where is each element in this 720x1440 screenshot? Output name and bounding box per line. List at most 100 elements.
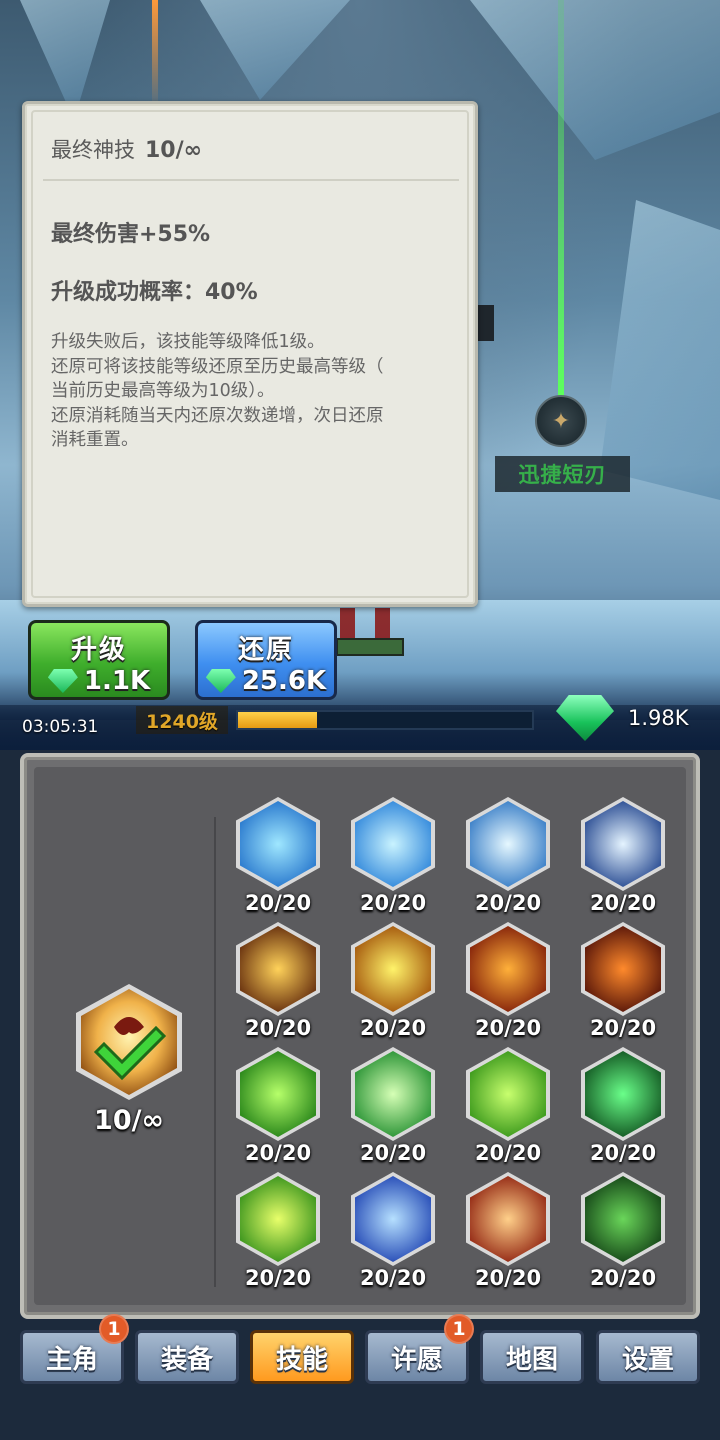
skill-slot[interactable]: 20/20 [460, 1047, 556, 1173]
skill-slot[interactable]: 20/20 [230, 1047, 326, 1173]
skill-slot[interactable]: 20/20 [575, 1172, 671, 1298]
skill-frame [581, 1172, 665, 1266]
skill-level-count: 20/20 [474, 1016, 542, 1040]
tab-5[interactable]: 设置 [596, 1330, 700, 1384]
skill-level-count: 20/20 [244, 1266, 312, 1290]
tooltip-description-line: 消耗重置。 [51, 430, 139, 450]
tooltip-description-line: 还原消耗随当天内还原次数递增，次日还原 [51, 405, 384, 426]
skill-frame [466, 922, 550, 1016]
frost-wave-icon [470, 801, 546, 887]
tab-4[interactable]: 地图 [480, 1330, 584, 1384]
skill-level-count: 20/20 [589, 891, 657, 915]
skill-slot[interactable]: 20/20 [460, 922, 556, 1048]
skill-slot[interactable]: 20/20 [345, 922, 441, 1048]
skill-frame [351, 1047, 435, 1141]
dagger-drop-label: 迅捷短刃 [495, 456, 630, 492]
gem-balance-value: 1.98K [628, 706, 689, 730]
upgrade-cost: 1.1K [31, 666, 167, 696]
skill-frame [236, 1047, 320, 1141]
notification-badge: 1 [99, 1314, 129, 1344]
fire-ring-icon [585, 926, 661, 1012]
tab-label: 装备 [160, 1344, 213, 1375]
dagger-icon[interactable]: ✦ [535, 395, 587, 447]
thorn-vines-icon [585, 1176, 661, 1262]
tab-label: 主角 [45, 1344, 98, 1375]
pentagram-icon [585, 1051, 661, 1137]
green-vortex-icon [470, 1051, 546, 1137]
skill-slot[interactable]: 20/20 [345, 797, 441, 923]
tooltip-description: 升级失败后，该技能等级降低1级。 还原可将该技能等级还原至历史最高等级（ 当前历… [51, 330, 459, 453]
skill-frame [466, 1172, 550, 1266]
timer: 03:05:31 [22, 717, 99, 737]
skill-level-count: 20/20 [589, 1266, 657, 1290]
skill-level-count: 20/20 [244, 1141, 312, 1165]
gem-balance: 1.98K [556, 695, 689, 741]
upgrade-cost-value: 1.1K [83, 666, 151, 696]
green-lightning-icon [355, 1051, 431, 1137]
skill-slot[interactable]: 20/20 [345, 1172, 441, 1298]
skill-slot[interactable]: 20/20 [575, 1047, 671, 1173]
gem-icon [556, 695, 614, 741]
skill-frame [581, 922, 665, 1016]
ice-crystal [470, 0, 720, 160]
skill-level-count: 20/20 [359, 1266, 427, 1290]
tooltip-effect: 最终伤害+55% [51, 222, 211, 247]
skill-slot[interactable]: 20/20 [345, 1047, 441, 1173]
skill-level-count: 20/20 [244, 891, 312, 915]
tab-3[interactable]: 许愿 1 [365, 1314, 474, 1384]
skill-frame [236, 797, 320, 891]
notification-badge: 1 [444, 1314, 474, 1344]
skill-slot[interactable]: 20/20 [575, 922, 671, 1048]
ice-burst-icon [240, 801, 316, 887]
skill-level-count: 20/20 [359, 1016, 427, 1040]
skill-slot[interactable]: 20/20 [460, 797, 556, 923]
upgrade-button-label: 升级 [70, 635, 127, 665]
hero-sprite [340, 608, 390, 640]
skill-level-count: 20/20 [244, 1016, 312, 1040]
skill-level-count: 20/20 [359, 891, 427, 915]
blue-whirlpool-icon [355, 1176, 431, 1262]
skill-slot[interactable]: 20/20 [460, 1172, 556, 1298]
xp-progress-bar [236, 710, 534, 730]
red-flames-icon [470, 1176, 546, 1262]
skill-level-count: 20/20 [589, 1016, 657, 1040]
scene-marker [478, 305, 494, 341]
skill-frame [466, 797, 550, 891]
skill-level-count: 20/20 [474, 891, 542, 915]
tab-label: 地图 [505, 1344, 558, 1375]
tooltip-skill-level: 10/∞ [145, 138, 202, 163]
skill-slot[interactable]: 20/20 [230, 1172, 326, 1298]
restore-button-label: 还原 [237, 635, 294, 665]
tooltip-description-line: 升级失败后，该技能等级降低1级。 [51, 332, 325, 352]
wind-slash-icon [240, 1051, 316, 1137]
gem-icon [205, 669, 236, 693]
fire-pillars-icon [240, 926, 316, 1012]
tab-2[interactable]: 技能 [250, 1330, 354, 1384]
restore-cost: 25.6K [198, 666, 334, 696]
upgrade-button[interactable]: 升级 1.1K [28, 620, 170, 700]
skill-slot[interactable]: 20/20 [230, 922, 326, 1048]
skill-frame [236, 1172, 320, 1266]
gem-icon [47, 669, 78, 693]
tooltip-success-rate: 升级成功概率：40% [51, 280, 258, 305]
tab-0[interactable]: 主角 1 [20, 1314, 129, 1384]
final-skill-checkmark-icon[interactable] [74, 982, 184, 1102]
restore-button[interactable]: 还原 25.6K [195, 620, 337, 700]
skill-slot[interactable]: 20/20 [575, 797, 671, 923]
ice-shards-icon [585, 801, 661, 887]
skill-tooltip: 最终神技 10/∞ 最终伤害+55% 升级成功概率：40% 升级失败后，该技能等级… [22, 101, 478, 607]
skill-level-count: 20/20 [474, 1266, 542, 1290]
skill-level-count: 20/20 [474, 1141, 542, 1165]
tooltip-divider [43, 179, 459, 181]
ice-crystal [200, 0, 350, 100]
skill-frame [236, 922, 320, 1016]
panel-divider [214, 817, 216, 1287]
tab-1[interactable]: 装备 [135, 1330, 239, 1384]
skill-level-count: 20/20 [359, 1141, 427, 1165]
skill-slot[interactable]: 20/20 [230, 797, 326, 923]
skill-frame [351, 1172, 435, 1266]
skill-panel-inner: 10/∞ 20/20 20/20 20/20 20/20 20/20 20/20 20/20… [34, 767, 686, 1305]
tab-label: 技能 [275, 1344, 328, 1375]
main-skill-level: 10/∞ [94, 1105, 164, 1136]
player-level: 1240级 [136, 706, 228, 734]
